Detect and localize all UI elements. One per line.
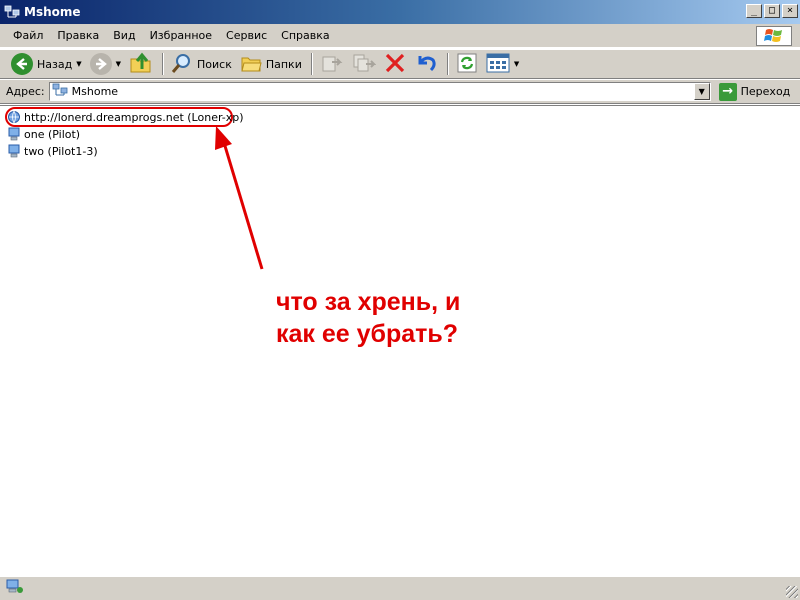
folder-up-icon <box>129 51 153 78</box>
annotation-line: как ее убрать? <box>276 320 459 348</box>
back-arrow-icon <box>11 53 33 75</box>
menu-help[interactable]: Справка <box>274 29 336 42</box>
close-button[interactable]: × <box>782 4 798 18</box>
go-label: Переход <box>740 85 791 98</box>
copy-to-button[interactable] <box>349 51 379 77</box>
search-label: Поиск <box>197 57 232 71</box>
folders-button[interactable]: Папки <box>237 51 305 77</box>
up-button[interactable] <box>126 51 156 77</box>
refresh-button[interactable] <box>453 51 481 77</box>
window-title: Mshome <box>24 5 81 19</box>
annotation-text: что за хрень, и как ее убрать? <box>276 286 460 350</box>
search-icon <box>171 52 193 77</box>
network-places-icon <box>52 83 68 100</box>
network-places-icon <box>4 4 20 20</box>
delete-button[interactable] <box>381 51 409 77</box>
toolbar-separator <box>162 53 164 75</box>
undo-icon <box>414 52 438 77</box>
move-to-button[interactable] <box>317 51 347 77</box>
folders-label: Папки <box>265 57 302 71</box>
toolbar: Назад ▼ ▼ Поиск Папки ▼ <box>0 49 800 79</box>
go-button[interactable]: → Переход <box>718 82 791 101</box>
toolbar-separator <box>310 53 313 75</box>
chevron-down-icon[interactable]: ▼ <box>116 60 121 68</box>
address-dropdown-button[interactable]: ▼ <box>693 83 710 100</box>
address-value: Mshome <box>71 85 119 98</box>
menu-edit[interactable]: Правка <box>50 29 106 42</box>
window-controls: _ □ × <box>746 4 798 18</box>
menu-file[interactable]: Файл <box>6 29 50 42</box>
network-status-icon <box>6 579 24 598</box>
menu-bar: Файл Правка Вид Избранное Сервис Справка <box>0 24 800 48</box>
go-arrow-icon: → <box>718 82 737 101</box>
forward-arrow-icon <box>89 53 112 75</box>
maximize-button[interactable]: □ <box>764 4 780 18</box>
undo-button[interactable] <box>411 51 441 77</box>
menu-favorites[interactable]: Избранное <box>143 29 219 42</box>
resize-grip[interactable] <box>786 586 798 598</box>
windows-logo-icon <box>756 26 792 46</box>
folders-icon <box>240 52 262 77</box>
back-button[interactable]: Назад ▼ <box>8 51 85 77</box>
toolbar-separator <box>446 53 449 75</box>
refresh-icon <box>456 52 478 77</box>
address-bar: Адрес: Mshome ▼ → Переход <box>0 80 800 104</box>
address-label: Адрес: <box>6 85 45 98</box>
title-bar[interactable]: Mshome _ □ × <box>0 0 800 24</box>
views-button[interactable]: ▼ <box>483 51 522 77</box>
status-bar <box>0 576 800 600</box>
file-list-pane[interactable]: http://lonerd.dreamprogs.net (Loner-xp) … <box>0 105 800 575</box>
chevron-down-icon[interactable]: ▼ <box>76 60 81 68</box>
move-to-icon <box>320 52 344 77</box>
forward-button[interactable]: ▼ <box>87 51 124 77</box>
menu-view[interactable]: Вид <box>106 29 142 42</box>
chevron-down-icon[interactable]: ▼ <box>514 60 519 68</box>
search-button[interactable]: Поиск <box>168 51 235 77</box>
copy-to-icon <box>352 52 377 77</box>
menu-tools[interactable]: Сервис <box>219 29 274 42</box>
minimize-button[interactable]: _ <box>746 4 762 18</box>
back-label: Назад <box>37 57 73 71</box>
views-icon <box>486 53 510 76</box>
annotation-line: что за хрень, и <box>276 288 461 316</box>
delete-icon <box>384 52 406 77</box>
address-field[interactable]: Mshome ▼ <box>48 82 711 101</box>
